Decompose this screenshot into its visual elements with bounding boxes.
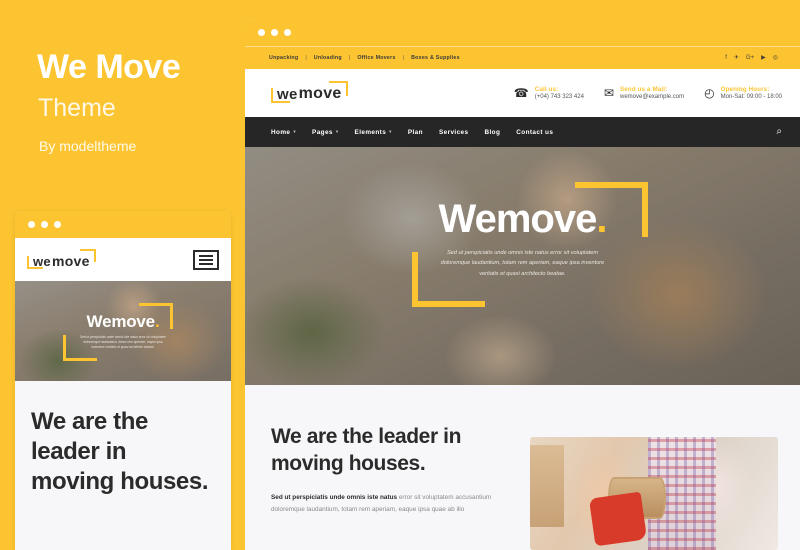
nav-item-contact-us[interactable]: Contact us	[516, 129, 553, 136]
search-icon[interactable]: ⌕	[776, 127, 782, 137]
hero-subtitle: Sed ut perspiciatis unde omnis iste natu…	[440, 250, 605, 277]
main-navigation: Home ▾ Pages ▾ Elements ▾ Plan Services …	[245, 117, 800, 147]
mobile-hero-accent-dot: .	[154, 311, 160, 331]
contact-call-us-title: Call us:	[534, 86, 559, 93]
phone-icon: ☎	[513, 86, 529, 100]
contact-call-us[interactable]: ☎ Call us: (+04) 743 323 424	[514, 86, 584, 100]
contact-hours[interactable]: ◴ Opening Hours: Mon-Sat: 09:00 - 18:00	[704, 86, 782, 100]
mobile-mockup: we move Wemove. Sed ut perspiciatis unde…	[15, 211, 231, 550]
youtube-icon[interactable]: ▶	[761, 55, 766, 61]
nav-item-services-label: Services	[438, 128, 469, 136]
mobile-hero-title: Wemove.	[87, 312, 160, 332]
nav-item-blog[interactable]: Blog	[484, 129, 500, 136]
mobile-hero: Wemove. Sed ut perspiciatis unde omnis i…	[15, 281, 231, 381]
mobile-hero-title-text: Wemove	[86, 311, 156, 331]
hamburger-icon[interactable]	[193, 249, 219, 270]
mobile-body: We are the leader in moving houses.	[15, 381, 231, 550]
mobile-header: we move	[15, 238, 231, 281]
chevron-down-icon: ▾	[335, 129, 339, 134]
mobile-body-heading: We are the leader in moving houses.	[31, 408, 209, 495]
social-links: f ✈ G+ ▶ ◎	[725, 55, 778, 61]
site-logo-move: move	[298, 85, 342, 102]
leader-section-paragraph-bold: Sed ut perspiciatis unde omnis iste natu…	[271, 493, 398, 501]
contact-mail-value: wemove@example.com	[620, 94, 685, 100]
contact-call-us-value: (+04) 743 323 424	[534, 94, 584, 100]
promo-title: We Move	[37, 48, 181, 86]
nav-item-services[interactable]: Services	[439, 129, 469, 136]
nav-item-pages[interactable]: Pages ▾	[312, 129, 339, 136]
hero-accent-dot: .	[596, 197, 607, 241]
site-topbar: Unpacking | Unloading | Office Movers | …	[245, 46, 800, 69]
nav-item-elements[interactable]: Elements ▾	[355, 129, 392, 136]
chevron-down-icon: ▾	[389, 129, 392, 134]
topbar-link-office-movers[interactable]: Office Movers	[357, 55, 395, 61]
nav-item-home[interactable]: Home ▾	[271, 129, 296, 136]
topbar-separator: |	[348, 55, 351, 61]
hamburger-line	[199, 254, 213, 257]
nav-item-contact-us-label: Contact us	[516, 128, 554, 136]
instagram-icon[interactable]: ◎	[773, 55, 778, 61]
tape-dispenser-shape	[588, 491, 648, 547]
contact-hours-value: Mon-Sat: 09:00 - 18:00	[720, 94, 782, 100]
mobile-logo[interactable]: we move	[27, 248, 96, 271]
twitter-icon[interactable]: ✈	[734, 55, 739, 61]
browser-mockup: Unpacking | Unloading | Office Movers | …	[245, 19, 800, 550]
window-dot-maximize[interactable]	[284, 29, 291, 36]
facebook-icon[interactable]: f	[725, 55, 727, 61]
nav-item-plan[interactable]: Plan	[408, 129, 423, 136]
nav-item-blog-label: Blog	[484, 128, 501, 136]
hero-banner: Wemove. Sed ut perspiciatis unde omnis i…	[245, 147, 800, 385]
promo-subtitle: Theme	[38, 94, 116, 122]
nav-item-home-label: Home	[271, 128, 291, 136]
browser-titlebar	[245, 19, 800, 46]
mobile-logo-move: move	[51, 252, 90, 269]
leader-section-image	[530, 437, 778, 550]
mobile-titlebar	[15, 211, 231, 238]
hamburger-line	[199, 258, 213, 261]
promo-author: By modeltheme	[39, 138, 137, 154]
cardboard-box-shape	[530, 445, 564, 527]
nav-item-plan-label: Plan	[407, 128, 423, 136]
header-contacts: ☎ Call us: (+04) 743 323 424 ✉ Send us a…	[514, 86, 782, 100]
topbar-links: Unpacking | Unloading | Office Movers | …	[269, 55, 460, 61]
hamburger-line	[199, 262, 213, 265]
leader-section-heading: We are the leader in moving houses.	[271, 425, 462, 476]
window-dot-maximize[interactable]	[54, 221, 61, 228]
topbar-separator: |	[402, 55, 405, 61]
window-dot-close[interactable]	[28, 221, 35, 228]
nav-item-pages-label: Pages	[312, 128, 333, 136]
window-dot-minimize[interactable]	[271, 29, 278, 36]
contact-mail-title: Send us a Mail:	[620, 86, 668, 93]
mobile-logo-we: we	[33, 253, 51, 269]
hero-title: Wemove.	[438, 197, 608, 241]
window-dot-close[interactable]	[258, 29, 265, 36]
nav-item-elements-label: Elements	[354, 128, 387, 136]
topbar-link-boxes-supplies[interactable]: Boxes & Supplies	[411, 55, 460, 61]
site-logo-we: we	[277, 86, 298, 103]
topbar-separator: |	[305, 55, 307, 61]
site-header: we move ☎ Call us: (+04) 743 323 424 ✉ S…	[245, 69, 800, 117]
mail-icon: ✉	[603, 86, 615, 100]
leader-section-text: We are the leader in moving houses. Sed …	[271, 423, 521, 517]
leader-section-paragraph: Sed ut perspiciatis unde omnis iste natu…	[271, 492, 519, 518]
hero-title-text: Wemove	[438, 197, 598, 241]
google-plus-icon[interactable]: G+	[746, 55, 754, 61]
topbar-link-unloading[interactable]: Unloading	[314, 55, 342, 61]
chevron-down-icon: ▾	[293, 129, 297, 134]
nav-items: Home ▾ Pages ▾ Elements ▾ Plan Services …	[271, 129, 553, 136]
contact-mail[interactable]: ✉ Send us a Mail: wemove@example.com	[604, 86, 684, 100]
site-logo[interactable]: we move	[271, 81, 348, 105]
clock-icon: ◴	[704, 86, 715, 100]
topbar-link-unpacking[interactable]: Unpacking	[269, 55, 298, 61]
mobile-hero-text: Sed ut perspiciatis unde omnis iste natu…	[79, 334, 167, 350]
contact-hours-title: Opening Hours:	[720, 86, 770, 93]
window-dot-minimize[interactable]	[41, 221, 48, 228]
leader-section: We are the leader in moving houses. Sed …	[245, 385, 800, 550]
